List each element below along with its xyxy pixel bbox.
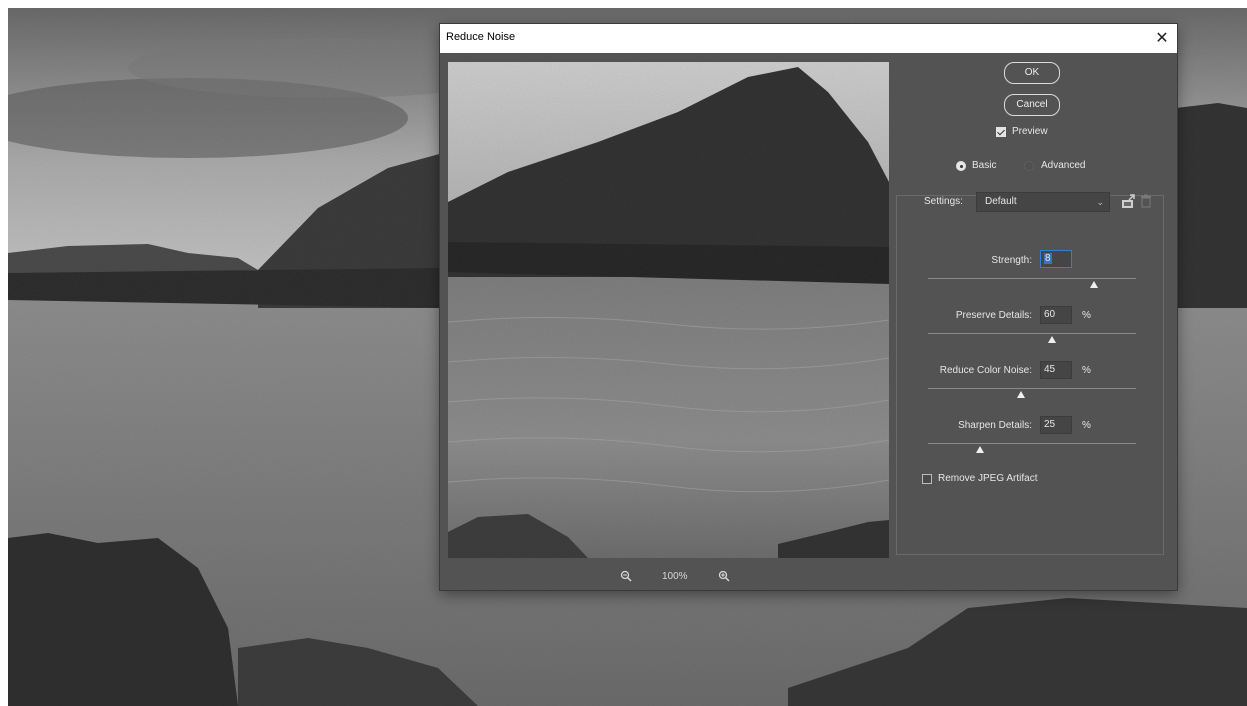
reduce-color-noise-slider-track[interactable] [928, 388, 1136, 389]
zoom-out-icon[interactable] [620, 570, 632, 585]
save-preset-icon[interactable] [1121, 194, 1136, 214]
zoom-bar: 100% [448, 564, 889, 590]
preview-image[interactable] [448, 62, 889, 558]
advanced-radio[interactable] [1024, 161, 1034, 171]
strength-slider-thumb[interactable] [1089, 281, 1098, 288]
reduce-color-noise-slider-thumb[interactable] [1017, 391, 1026, 398]
basic-label: Basic [972, 160, 997, 171]
sharpen-details-slider-thumb[interactable] [975, 446, 984, 453]
settings-dropdown[interactable]: Default ⌄ [976, 192, 1110, 212]
remove-jpeg-artifact-label: Remove JPEG Artifact [938, 473, 1038, 484]
close-button[interactable]: ✕ [1147, 24, 1177, 53]
dialog-title: Reduce Noise [446, 31, 516, 43]
remove-jpeg-artifact-checkbox[interactable] [922, 474, 932, 484]
chevron-down-icon: ⌄ [1096, 197, 1104, 207]
preserve-details-slider-track[interactable] [928, 333, 1136, 334]
basic-radio[interactable] [956, 161, 966, 171]
reduce-color-noise-label: Reduce Color Noise: [939, 365, 1032, 376]
dialog-titlebar[interactable]: Reduce Noise ✕ [440, 24, 1177, 53]
preserve-details-input[interactable]: 60 [1040, 306, 1072, 324]
preserve-details-unit: % [1082, 310, 1091, 321]
strength-value: 8 [1044, 253, 1052, 264]
reduce-color-noise-unit: % [1082, 365, 1091, 376]
preserve-details-slider-thumb[interactable] [1048, 336, 1057, 343]
cancel-button[interactable]: Cancel [1004, 94, 1060, 116]
zoom-in-icon[interactable] [718, 570, 730, 585]
settings-label: Settings: [921, 196, 966, 207]
preview-checkbox[interactable] [996, 127, 1006, 137]
preview-label: Preview [1012, 126, 1048, 137]
advanced-label: Advanced [1041, 160, 1086, 171]
sharpen-details-input[interactable]: 25 [1040, 416, 1072, 434]
strength-input[interactable]: 8 [1040, 250, 1072, 268]
sharpen-details-slider-track[interactable] [928, 443, 1136, 444]
trash-icon[interactable] [1140, 194, 1152, 213]
strength-slider-track[interactable] [928, 278, 1136, 279]
reduce-noise-dialog: Reduce Noise ✕ 100% OK Cancel Preview Ba… [440, 24, 1177, 590]
reduce-color-noise-input[interactable]: 45 [1040, 361, 1072, 379]
sharpen-details-label: Sharpen Details: [958, 420, 1032, 431]
settings-value: Default [985, 196, 1017, 207]
strength-label: Strength: [991, 255, 1032, 266]
sharpen-details-unit: % [1082, 420, 1091, 431]
zoom-level: 100% [662, 571, 688, 582]
preserve-details-label: Preserve Details: [955, 310, 1032, 321]
ok-button[interactable]: OK [1004, 62, 1060, 84]
